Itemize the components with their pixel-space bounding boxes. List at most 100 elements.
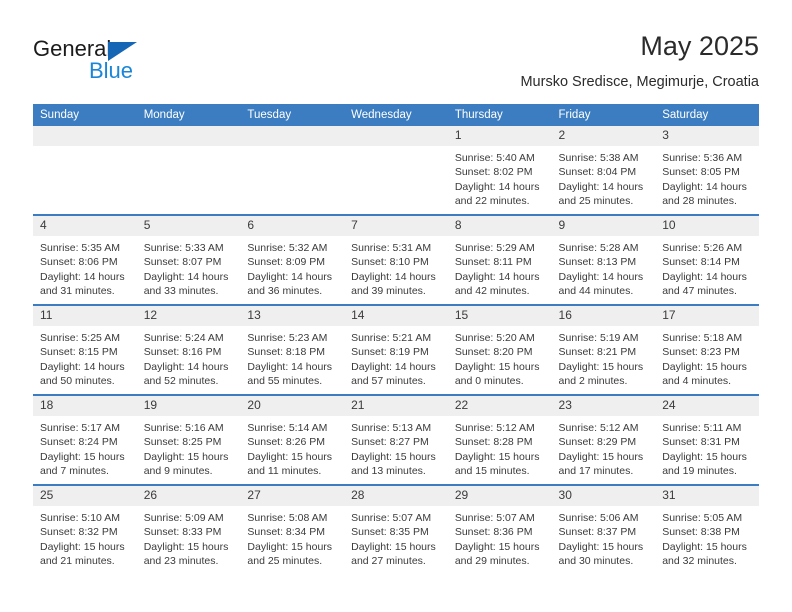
daylight-text-line2: and 57 minutes.	[351, 375, 426, 388]
sunrise-text: Sunrise: 5:13 AM	[351, 422, 432, 434]
sunrise-text: Sunrise: 5:05 AM	[662, 512, 743, 524]
sunrise-text: Sunrise: 5:07 AM	[454, 512, 535, 524]
calendar-day-cell[interactable]: 31 Sunrise: 5:05 AM Sunset: 8:38 PM Dayligh…	[655, 484, 759, 574]
calendar-day-cell[interactable]: 27 Sunrise: 5:08 AM Sunset: 8:34 PM Dayligh…	[240, 484, 345, 574]
calendar-day-cell[interactable]: 6 Sunrise: 5:32 AM Sunset: 8:09 PM Daylight…	[240, 214, 345, 305]
page-subtitle: Mursko Sredisce, Megimurje, Croatia	[520, 74, 759, 90]
calendar-day-cell[interactable]: 23 Sunrise: 5:12 AM Sunset: 8:29 PM Dayligh…	[551, 394, 656, 485]
calendar-day-cell[interactable]: 8 Sunrise: 5:29 AM Sunset: 8:11 PM Daylight…	[447, 214, 552, 305]
sunrise-text: Sunrise: 5:28 AM	[558, 242, 639, 254]
day-number: 21	[344, 396, 448, 416]
day-details: Sunrise: 5:17 AM Sunset: 8:24 PM Daylight:…	[33, 416, 137, 479]
page-header: General Blue May 2025 Mursko Sredisce, M…	[0, 0, 792, 104]
calendar-day-cell[interactable]: 3 Sunrise: 5:36 AM Sunset: 8:05 PM Daylight…	[655, 126, 759, 215]
sunset-text: Sunset: 8:33 PM	[143, 526, 222, 539]
day-details: Sunrise: 5:35 AM Sunset: 8:06 PM Daylight:…	[33, 236, 137, 299]
calendar-day-cell[interactable]: 11 Sunrise: 5:25 AM Sunset: 8:15 PM Dayligh…	[33, 304, 137, 395]
calendar-day-cell[interactable]: 22 Sunrise: 5:12 AM Sunset: 8:28 PM Dayligh…	[447, 394, 552, 485]
calendar-day-cell[interactable]: 19 Sunrise: 5:16 AM Sunset: 8:25 PM Dayligh…	[136, 394, 241, 485]
day-details: Sunrise: 5:38 AM Sunset: 8:04 PM Daylight:…	[552, 146, 656, 209]
calendar-day-cell[interactable]: 9 Sunrise: 5:28 AM Sunset: 8:13 PM Daylight…	[551, 214, 656, 305]
daylight-text-line2: and 17 minutes.	[558, 465, 634, 478]
day-number: 23	[551, 396, 656, 416]
day-details: Sunrise: 5:24 AM Sunset: 8:16 PM Daylight:…	[137, 326, 241, 389]
calendar-day-cell[interactable]: 7 Sunrise: 5:31 AM Sunset: 8:10 PM Daylight…	[344, 214, 448, 305]
day-details: Sunrise: 5:23 AM Sunset: 8:18 PM Daylight:…	[240, 326, 344, 389]
daylight-text-line1: Daylight: 15 hours	[558, 450, 644, 463]
calendar-day-cell[interactable]: 21 Sunrise: 5:13 AM Sunset: 8:27 PM Dayligh…	[344, 394, 448, 485]
sunrise-text: Sunrise: 5:26 AM	[662, 242, 743, 254]
sunrise-text: Sunrise: 5:11 AM	[662, 422, 742, 434]
daylight-text-line1: Daylight: 15 hours	[662, 360, 747, 373]
logo-text-blue: Blue	[89, 58, 134, 83]
daylight-text-line2: and 2 minutes.	[558, 375, 628, 388]
day-number: 12	[136, 306, 241, 326]
day-number: 1	[447, 126, 552, 146]
weekday-header-thursday: Thursday	[447, 104, 552, 126]
daylight-text-line1: Daylight: 14 hours	[143, 270, 229, 283]
daylight-text-line2: and 25 minutes.	[247, 555, 323, 568]
calendar-day-cell-empty	[33, 126, 137, 215]
sunrise-text: Sunrise: 5:25 AM	[40, 332, 120, 344]
daylight-text-line2: and 22 minutes.	[454, 195, 530, 208]
daylight-text-line2: and 27 minutes.	[351, 555, 426, 568]
calendar-day-cell[interactable]: 13 Sunrise: 5:23 AM Sunset: 8:18 PM Dayligh…	[240, 304, 345, 395]
daylight-text-line1: Daylight: 15 hours	[40, 540, 125, 553]
daylight-text-line2: and 15 minutes.	[454, 465, 530, 478]
sunset-text: Sunset: 8:23 PM	[662, 346, 740, 359]
daylight-text-line2: and 19 minutes.	[662, 465, 737, 478]
calendar-day-cell[interactable]: 18 Sunrise: 5:17 AM Sunset: 8:24 PM Dayligh…	[33, 394, 137, 485]
calendar-day-cell[interactable]: 24 Sunrise: 5:11 AM Sunset: 8:31 PM Dayligh…	[655, 394, 759, 485]
day-number: 7	[344, 216, 448, 236]
day-number	[136, 126, 241, 146]
daylight-text-line1: Daylight: 15 hours	[40, 450, 125, 463]
calendar-day-cell[interactable]: 15 Sunrise: 5:20 AM Sunset: 8:20 PM Dayligh…	[447, 304, 552, 395]
sunrise-text: Sunrise: 5:40 AM	[454, 152, 535, 164]
calendar-day-cell[interactable]: 26 Sunrise: 5:09 AM Sunset: 8:33 PM Dayligh…	[136, 484, 241, 574]
daylight-text-line1: Daylight: 15 hours	[351, 540, 436, 553]
calendar-day-cell[interactable]: 16 Sunrise: 5:19 AM Sunset: 8:21 PM Dayligh…	[551, 304, 656, 395]
calendar-week-row: 4 Sunrise: 5:35 AM Sunset: 8:06 PM Daylight…	[33, 214, 759, 305]
daylight-text-line1: Daylight: 14 hours	[143, 360, 229, 373]
daylight-text-line1: Daylight: 15 hours	[351, 450, 436, 463]
calendar-day-cell[interactable]: 30 Sunrise: 5:06 AM Sunset: 8:37 PM Dayligh…	[551, 484, 656, 574]
calendar-day-cell[interactable]: 28 Sunrise: 5:07 AM Sunset: 8:35 PM Dayligh…	[344, 484, 448, 574]
day-details: Sunrise: 5:05 AM Sunset: 8:38 PM Daylight:…	[655, 506, 759, 569]
calendar-day-cell[interactable]: 1 Sunrise: 5:40 AM Sunset: 8:02 PM Daylight…	[447, 126, 552, 215]
calendar-day-cell[interactable]: 10 Sunrise: 5:26 AM Sunset: 8:14 PM Dayligh…	[655, 214, 759, 305]
sunrise-text: Sunrise: 5:07 AM	[351, 512, 432, 524]
sunset-text: Sunset: 8:35 PM	[351, 526, 429, 539]
daylight-text-line1: Daylight: 15 hours	[662, 450, 747, 463]
daylight-text-line1: Daylight: 14 hours	[454, 180, 540, 193]
day-number: 14	[344, 306, 448, 326]
daylight-text-line2: and 23 minutes.	[143, 555, 219, 568]
day-number: 11	[33, 306, 137, 326]
calendar-day-cell[interactable]: 17 Sunrise: 5:18 AM Sunset: 8:23 PM Dayligh…	[655, 304, 759, 395]
daylight-text-line1: Daylight: 14 hours	[454, 270, 540, 283]
calendar-week-row: 25 Sunrise: 5:10 AM Sunset: 8:32 PM Dayligh…	[33, 484, 759, 574]
calendar-day-cell[interactable]: 14 Sunrise: 5:21 AM Sunset: 8:19 PM Dayligh…	[344, 304, 448, 395]
daylight-text-line2: and 13 minutes.	[351, 465, 426, 478]
day-details: Sunrise: 5:40 AM Sunset: 8:02 PM Daylight:…	[448, 146, 552, 209]
calendar-day-cell[interactable]: 2 Sunrise: 5:38 AM Sunset: 8:04 PM Daylight…	[551, 126, 656, 215]
sunrise-text: Sunrise: 5:33 AM	[143, 242, 224, 254]
calendar-day-cell[interactable]: 5 Sunrise: 5:33 AM Sunset: 8:07 PM Daylight…	[136, 214, 241, 305]
weekday-header-friday: Friday	[551, 104, 656, 126]
weekday-header-saturday: Saturday	[655, 104, 759, 126]
calendar-day-cell[interactable]: 20 Sunrise: 5:14 AM Sunset: 8:26 PM Dayligh…	[240, 394, 345, 485]
sunrise-text: Sunrise: 5:36 AM	[662, 152, 743, 164]
day-number: 18	[33, 396, 137, 416]
calendar-day-cell[interactable]: 4 Sunrise: 5:35 AM Sunset: 8:06 PM Daylight…	[33, 214, 137, 305]
calendar-day-cell[interactable]: 12 Sunrise: 5:24 AM Sunset: 8:16 PM Dayligh…	[136, 304, 241, 395]
calendar-day-cell[interactable]: 25 Sunrise: 5:10 AM Sunset: 8:32 PM Dayligh…	[33, 484, 137, 574]
sunrise-text: Sunrise: 5:12 AM	[454, 422, 535, 434]
sunrise-text: Sunrise: 5:09 AM	[143, 512, 224, 524]
sunset-text: Sunset: 8:32 PM	[40, 526, 118, 539]
daylight-text-line2: and 29 minutes.	[454, 555, 530, 568]
daylight-text-line1: Daylight: 14 hours	[247, 360, 333, 373]
day-number: 13	[240, 306, 345, 326]
day-details: Sunrise: 5:26 AM Sunset: 8:14 PM Daylight:…	[655, 236, 759, 299]
daylight-text-line2: and 31 minutes.	[40, 285, 115, 298]
calendar-day-cell[interactable]: 29 Sunrise: 5:07 AM Sunset: 8:36 PM Dayligh…	[447, 484, 552, 574]
day-number: 6	[240, 216, 345, 236]
